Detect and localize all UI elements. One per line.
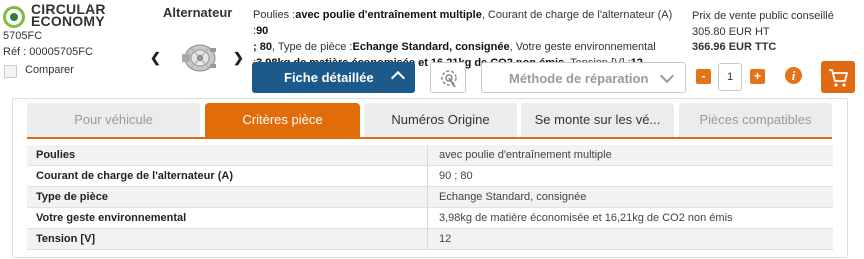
criteria-key: Poulies: [36, 149, 76, 161]
table-row: Type de pièce Echange Standard, consigné…: [27, 187, 833, 208]
product-title: Alternateur: [163, 5, 233, 20]
criteria-key: Courant de charge de l'alternateur (A): [36, 170, 233, 182]
gear-wrench-icon: [441, 70, 457, 88]
product-ref-short: 5705FC: [3, 30, 43, 42]
tab-pour-vehicule[interactable]: Pour véhicule: [27, 103, 200, 138]
next-image-arrow-icon[interactable]: ❯: [233, 50, 244, 66]
chevron-up-icon: [390, 70, 406, 86]
criteria-value: avec poulie d'entraînement multiple: [439, 149, 612, 161]
brand-logo-icon: [3, 6, 25, 28]
detail-sheet-label: Fiche détaillée: [284, 70, 374, 85]
alternator-image[interactable]: [176, 38, 224, 76]
info-icon[interactable]: i: [785, 67, 802, 84]
price-ttc: 366.96 EUR TTC: [692, 41, 777, 53]
detail-sheet-button[interactable]: Fiche détaillée: [252, 62, 415, 93]
criteria-value: 3,98kg de matière économisée et 16,21kg …: [439, 212, 733, 224]
criteria-value: 12: [439, 233, 452, 245]
tab-numeros-origine[interactable]: Numéros Origine: [364, 103, 517, 138]
table-row: Tension [V] 12: [27, 229, 833, 250]
previous-image-arrow-icon[interactable]: ❮: [150, 50, 161, 66]
repair-method-select[interactable]: Méthode de réparation: [481, 62, 686, 93]
tab-pieces-compatibles[interactable]: Pièces compatibles: [679, 103, 832, 138]
repair-tool-button[interactable]: [430, 62, 466, 93]
tab-underline: [27, 137, 832, 139]
criteria-key: Type de pièce: [36, 191, 108, 203]
cart-icon: [829, 69, 848, 87]
compare-label[interactable]: Comparer: [25, 64, 74, 76]
compare-checkbox[interactable]: [4, 65, 17, 78]
criteria-value: 90 ; 80: [439, 170, 473, 182]
price-ht: 305.80 EUR HT: [692, 26, 770, 38]
criteria-key: Votre geste environnemental: [36, 212, 187, 224]
table-row: Poulies avec poulie d'entraînement multi…: [27, 145, 833, 166]
product-ref-full: Réf : 00005705FC: [3, 46, 93, 58]
criteria-value: Echange Standard, consignée: [439, 191, 587, 203]
quantity-decrease-button[interactable]: -: [696, 69, 711, 84]
criteria-key: Tension [V]: [36, 233, 96, 245]
price-label: Prix de vente public conseillé: [692, 10, 834, 22]
chevron-down-icon: [659, 68, 675, 84]
table-row: Courant de charge de l'alternateur (A) 9…: [27, 166, 833, 187]
add-to-cart-button[interactable]: [821, 61, 855, 93]
quantity-input[interactable]: 1: [718, 63, 742, 91]
table-row: Votre geste environnemental 3,98kg de ma…: [27, 208, 833, 229]
quantity-increase-button[interactable]: +: [750, 69, 765, 84]
brand-name-line2: ECONOMY: [31, 13, 105, 29]
tab-criteres-piece[interactable]: Critères pièce: [205, 103, 360, 138]
tab-se-monte-sur[interactable]: Se monte sur les vé...: [521, 103, 674, 138]
repair-method-placeholder: Méthode de réparation: [509, 71, 649, 86]
